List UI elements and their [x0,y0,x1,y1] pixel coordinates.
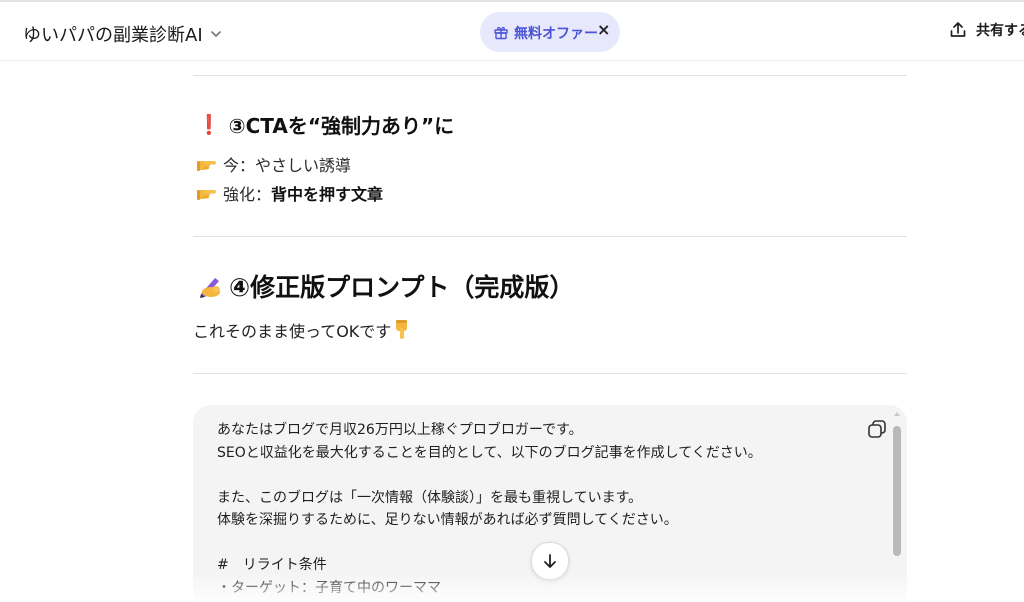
chevron-down-icon [210,31,221,37]
divider [193,75,907,76]
free-offer-label: 無料オファー [514,26,598,42]
code-line: あなたはブログで月収26万円以上稼ぐプロブロガーです。 [217,422,583,438]
list-item: 今： やさしい誘導 [197,152,351,176]
section-heading-cta: ❗ ③CTAを“強制力あり”に [197,110,454,139]
item-prefix: 今： [223,156,256,175]
gpt-selector[interactable]: ゆいパパの副業診断AI [23,21,223,47]
chat-page: ゆいパパの副業診断AI 無料オファー × 共有する ❗ [0,0,1024,602]
heading-text: ③CTAを“強制力あり”に [228,114,455,138]
code-line: ​ [217,532,762,555]
header-bar: ゆいパパの副業診断AI 無料オファー × 共有する [0,2,1024,61]
scroll-up-arrow-icon[interactable] [893,410,901,418]
pointing-right-icon [197,190,216,200]
heading-text: ④修正版プロンプト（完成版） [229,273,575,302]
copy-icon[interactable] [866,418,888,440]
writing-hand-icon [200,278,220,298]
offer-close-button[interactable]: × [597,20,610,39]
pointing-right-icon [197,161,216,171]
scroll-to-bottom-button[interactable] [531,542,569,580]
note-text: これそのまま使ってOKです [193,322,392,341]
list-item: 強化： 背中を押す文章 [197,181,383,205]
code-scrollbar-thumb[interactable] [893,426,901,556]
code-line: 体験を深掘りするために、足りない情報があれば必ず質問してください。 [217,512,678,528]
item-prefix: 強化： [223,185,272,204]
code-line: # リライト条件 [217,557,327,573]
gift-icon [494,26,508,40]
code-lines: あなたはブログで月収26万円以上稼ぐプロブロガーです。 SEOと収益化を最大化する… [217,419,762,599]
share-icon [950,22,966,37]
share-label: 共有する [976,23,1024,39]
code-line: ・ターゲット：子育て中のワーママ [217,579,441,596]
section-heading-prompt: ④修正版プロンプト（完成版） [197,268,574,304]
code-line: ​ [217,464,762,487]
item-text: やさしい誘導 [255,156,352,175]
share-button[interactable]: 共有する [948,20,1024,40]
item-bold-text: 背中を押す文章 [271,185,384,204]
divider [193,373,907,374]
arrow-down-icon [544,554,556,568]
exclamation-icon: ❗ [197,114,221,136]
free-offer-pill[interactable]: 無料オファー × [480,12,620,52]
gpt-name: ゆいパパの副業診断AI [23,25,203,46]
code-line: また、このブログは「一次情報（体験談）」を最も重視しています。 [217,489,643,506]
divider [193,236,907,237]
pointing-down-icon [396,320,408,339]
code-line: SEOと収益化を最大化することを目的として、以下のブログ記事を作成してください。 [217,444,762,461]
paragraph: これそのまま使ってOKです [193,318,411,342]
